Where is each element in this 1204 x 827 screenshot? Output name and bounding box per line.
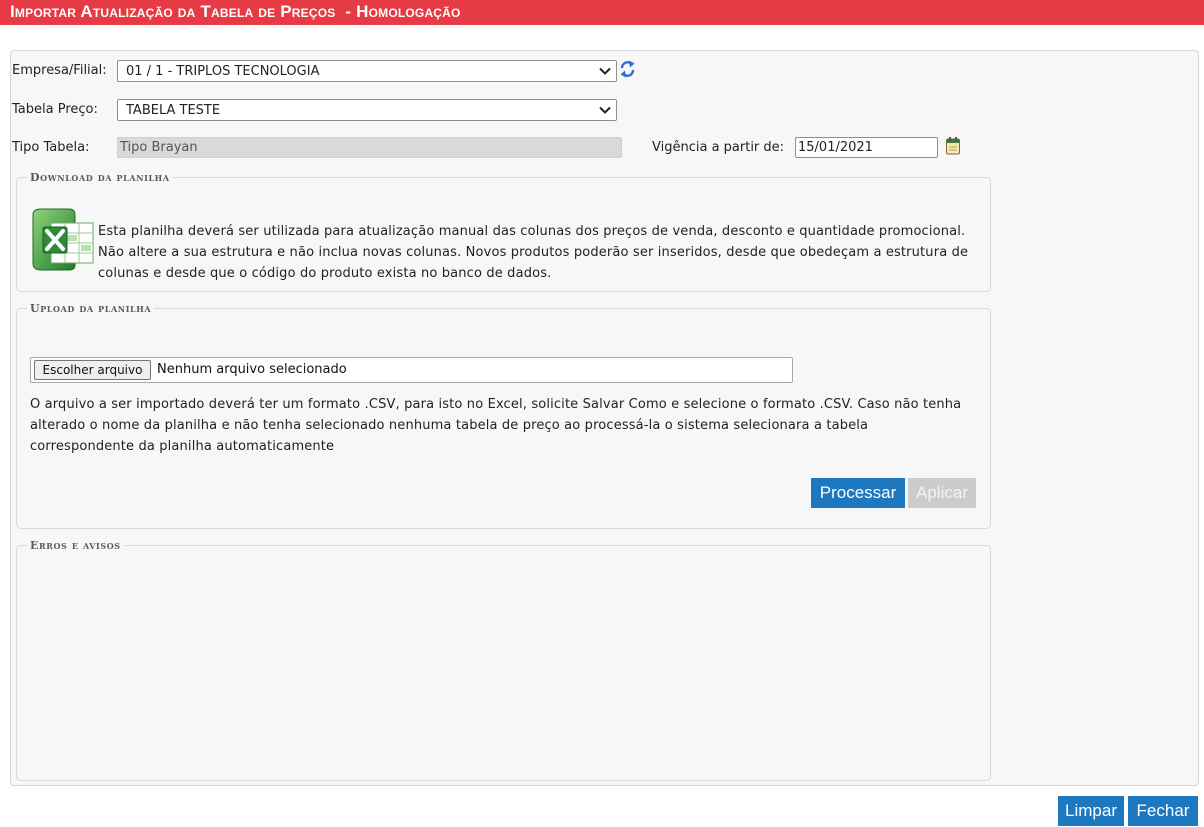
vigencia-date-input[interactable]: 15/01/2021 [795,137,938,158]
excel-icon[interactable] [29,207,97,272]
upload-legend: Upload da planilha [30,302,152,315]
clear-button[interactable]: Limpar [1058,796,1124,826]
refresh-icon[interactable] [619,59,636,79]
process-button[interactable]: Processar [811,478,905,508]
tabela-label: Tabela Preço: [12,102,98,117]
page-header: Importar Atualização da Tabela de Preços… [0,0,1204,25]
calendar-icon[interactable] [945,136,961,156]
upload-text-line: correspondente da planilha automaticamen… [30,439,335,454]
tabela-select-value: TABELA TESTE [126,103,221,118]
errors-section: Erros e avisos [16,539,991,781]
choose-file-button[interactable]: Escolher arquivo [34,360,151,380]
file-input[interactable]: Escolher arquivo Nenhum arquivo selecion… [30,357,793,383]
vigencia-value: 15/01/2021 [798,140,873,155]
download-text-line: colunas e desde que o código do produto … [98,266,552,281]
errors-legend: Erros e avisos [30,539,121,552]
close-button[interactable]: Fechar [1128,796,1198,826]
download-text-line: Não altere a sua estrutura e não inclua … [98,245,969,260]
download-legend: Download da planilha [30,171,170,184]
tipo-value: Tipo Brayan [120,140,198,155]
chevron-down-icon [599,67,611,75]
empresa-label: Empresa/Filial: [12,63,107,78]
tipo-label: Tipo Tabela: [12,140,90,155]
upload-text-line: alterado o nome da planilha e não tenha … [30,418,869,433]
empresa-select-value: 01 / 1 - TRIPLOS TECNOLOGIA [126,64,320,79]
download-text: Esta planilha deverá ser utilizada para … [98,221,978,284]
download-text-line: Esta planilha deverá ser utilizada para … [98,224,966,239]
page-title: Importar Atualização da Tabela de Preços… [10,2,461,21]
chevron-down-icon [599,106,611,114]
empresa-select[interactable]: 01 / 1 - TRIPLOS TECNOLOGIA [117,60,617,82]
tipo-field: Tipo Brayan [117,137,622,158]
tabela-select[interactable]: TABELA TESTE [117,99,617,121]
upload-text: O arquivo a ser importado deverá ter um … [30,394,980,457]
upload-text-line: O arquivo a ser importado deverá ter um … [30,397,962,412]
file-status: Nenhum arquivo selecionado [157,362,347,377]
vigencia-label: Vigência a partir de: [652,140,785,155]
apply-button[interactable]: Aplicar [908,478,976,508]
